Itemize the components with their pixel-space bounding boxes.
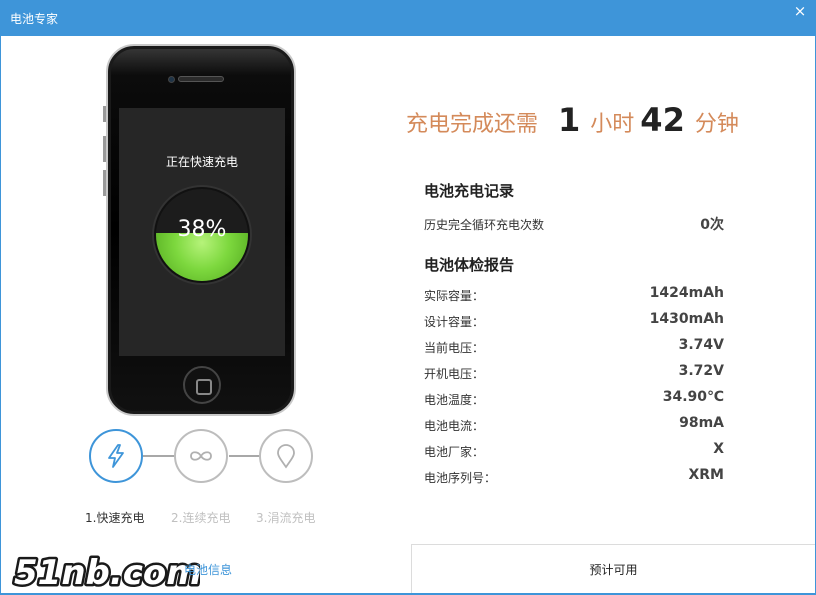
- lightning-icon: [108, 444, 124, 468]
- battery-level-orb: 38%: [154, 187, 250, 283]
- step-label-fast: 1.快速充电: [85, 511, 145, 525]
- step-continuous-charge[interactable]: [174, 429, 228, 483]
- title-bar: 电池专家 ×: [0, 0, 816, 36]
- svg-text:51nb.com: 51nb.com: [14, 553, 200, 592]
- phone-camera-icon: [168, 76, 175, 83]
- report-row-value: 1424mAh: [649, 285, 724, 301]
- phone-screen: 正在快速充电 38%: [119, 108, 285, 356]
- report-row-label: 电池序列号：: [424, 471, 497, 485]
- minutes-unit: 分钟: [694, 112, 739, 137]
- charging-status: 正在快速充电: [165, 155, 238, 169]
- health-report-title: 电池体检报告: [424, 256, 515, 274]
- report-row-value: 3.74V: [678, 337, 724, 353]
- window-title: 电池专家: [10, 12, 59, 26]
- cycle-count-label: 历史完全循环充电次数: [424, 218, 545, 232]
- phone-side-button: [103, 136, 106, 162]
- phone-home-button: [183, 366, 221, 404]
- step-label-continuous: 2.连续充电: [171, 511, 231, 525]
- drop-icon: [277, 444, 295, 469]
- phone-illustration: 正在快速充电 38%: [103, 44, 296, 416]
- step-label-trickle: 3.涓流充电: [256, 511, 316, 525]
- cycle-count-value: 0次: [700, 217, 724, 233]
- minutes-value: 42: [640, 101, 685, 139]
- estimated-usage-button[interactable]: 预计可用: [411, 544, 816, 593]
- report-row-value: X: [713, 441, 724, 457]
- report-row-value: 1430mAh: [649, 311, 724, 327]
- battery-percent: 38%: [177, 217, 227, 242]
- phone-side-button: [103, 106, 106, 122]
- report-row-value: XRM: [688, 467, 724, 483]
- report-row-label: 电池厂家：: [424, 445, 485, 459]
- report-row-value: 34.90℃: [662, 389, 724, 405]
- report-row-value: 3.72V: [678, 363, 724, 379]
- step-connector: [229, 455, 261, 457]
- phone-speaker: [178, 76, 224, 82]
- time-remaining: 充电完成还需 1 小时 42 分钟: [406, 101, 739, 139]
- battery-info-link[interactable]: 电池信息: [184, 561, 232, 578]
- watermark-logo: 51nb.com: [12, 551, 201, 593]
- step-fast-charge[interactable]: [89, 429, 143, 483]
- infinity-icon: [190, 451, 212, 461]
- report-row-label: 设计容量：: [424, 315, 485, 329]
- report-row-label: 电池电流：: [424, 419, 485, 433]
- report-row-label: 电池温度：: [424, 393, 485, 407]
- report-row-label: 实际容量：: [424, 289, 485, 303]
- step-trickle-charge[interactable]: [259, 429, 313, 483]
- step-connector: [143, 455, 175, 457]
- charge-record-title: 电池充电记录: [424, 182, 515, 200]
- close-button[interactable]: ×: [792, 3, 808, 19]
- report-row-label: 当前电压：: [424, 341, 485, 355]
- report-row-label: 开机电压：: [424, 367, 485, 381]
- time-remaining-label: 充电完成还需: [406, 112, 539, 137]
- hours-value: 1: [558, 101, 581, 139]
- phone-side-button: [103, 170, 106, 196]
- report-row-value: 98mA: [679, 415, 724, 431]
- hours-unit: 小时: [590, 112, 635, 137]
